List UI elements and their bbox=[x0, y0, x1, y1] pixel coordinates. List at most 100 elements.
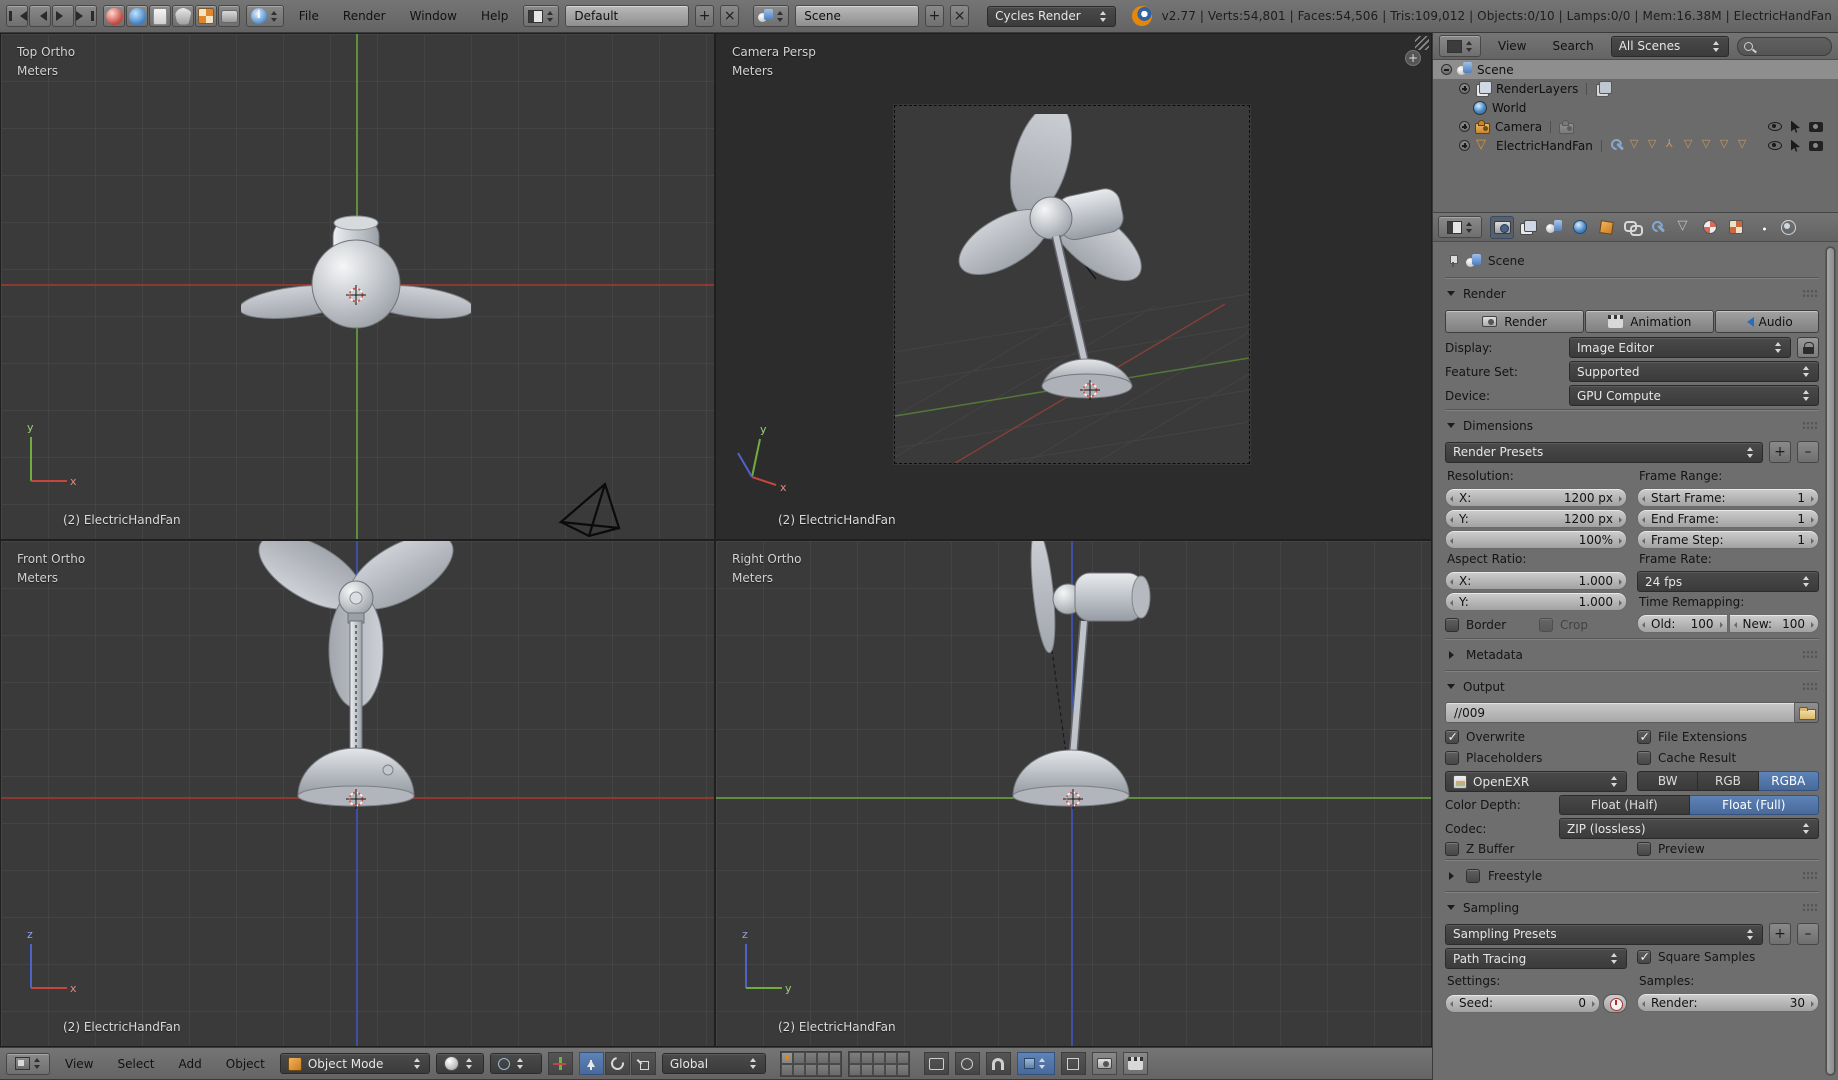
layers-widget-right[interactable] bbox=[847, 1050, 910, 1077]
add-layout-button[interactable] bbox=[695, 5, 715, 27]
lock-interface-icon[interactable] bbox=[1797, 337, 1819, 358]
panel-grip-icon[interactable] bbox=[1802, 289, 1817, 298]
editor-type-properties-button[interactable] bbox=[1438, 216, 1482, 238]
fan-model-right-view[interactable] bbox=[991, 540, 1221, 833]
panel-header-output[interactable]: Output bbox=[1445, 674, 1819, 699]
panel-header-sampling[interactable]: Sampling bbox=[1445, 895, 1819, 920]
resolution-x-field[interactable]: X: 1200 px bbox=[1445, 488, 1627, 507]
next-button[interactable] bbox=[52, 5, 74, 27]
preview-checkbox[interactable]: Preview bbox=[1637, 842, 1819, 856]
snap-element-select[interactable] bbox=[1016, 1052, 1055, 1075]
editor-type-outliner-button[interactable] bbox=[1439, 35, 1481, 57]
file-extensions-checkbox[interactable]: File Extensions bbox=[1637, 729, 1819, 744]
remap-new-field[interactable]: New: 100 bbox=[1728, 614, 1819, 633]
panel-header-freestyle[interactable]: Freestyle bbox=[1445, 863, 1819, 888]
outliner-menu-view[interactable]: View bbox=[1489, 39, 1535, 53]
remove-preset-button[interactable]: – bbox=[1797, 441, 1819, 463]
selectability-cursor-icon[interactable] bbox=[1791, 139, 1800, 152]
mode-select[interactable]: Object Mode bbox=[279, 1053, 430, 1074]
layer-cell[interactable] bbox=[884, 1063, 897, 1076]
cache-result-checkbox[interactable]: Cache Result bbox=[1637, 751, 1819, 765]
layer-cell[interactable] bbox=[848, 1051, 861, 1064]
camera-object-wireframe[interactable] bbox=[553, 480, 647, 540]
crop-checkbox[interactable]: Crop bbox=[1539, 618, 1627, 632]
shield-button[interactable] bbox=[172, 5, 194, 27]
menu-add[interactable]: Add bbox=[170, 1057, 211, 1071]
outliner-item-world[interactable]: World bbox=[1433, 98, 1838, 117]
scale-manipulator-button[interactable] bbox=[630, 1052, 656, 1075]
outliner-menu-search[interactable]: Search bbox=[1543, 39, 1602, 53]
checkbox-icon[interactable] bbox=[1637, 842, 1651, 856]
delete-layout-button[interactable] bbox=[720, 5, 740, 27]
expand-icon[interactable] bbox=[1459, 140, 1470, 151]
panel-grip-icon[interactable] bbox=[1802, 650, 1817, 659]
jump-first-button[interactable] bbox=[6, 5, 28, 27]
render-engine-select[interactable]: Cycles Render bbox=[987, 5, 1116, 27]
tab-scene[interactable] bbox=[1542, 216, 1566, 239]
resolution-y-field[interactable]: Y: 1200 px bbox=[1445, 509, 1627, 528]
codec-select[interactable]: ZIP (lossless) bbox=[1559, 818, 1819, 839]
menu-help[interactable]: Help bbox=[472, 9, 517, 23]
start-frame-field[interactable]: Start Frame: 1 bbox=[1637, 488, 1819, 507]
layer-cell[interactable] bbox=[896, 1063, 909, 1076]
editor-type-3dview-button[interactable] bbox=[6, 1052, 50, 1075]
layer-cell[interactable] bbox=[792, 1063, 805, 1076]
fan-model-camera-view[interactable] bbox=[946, 114, 1196, 434]
prev-button[interactable] bbox=[29, 5, 51, 27]
outliner-search-input[interactable] bbox=[1736, 36, 1832, 56]
layer-cell[interactable] bbox=[816, 1051, 829, 1064]
viewport-front-ortho[interactable]: Front Ortho Meters z x (2) ElectricHandF… bbox=[0, 540, 715, 1047]
freestyle-checkbox[interactable] bbox=[1466, 868, 1480, 883]
frame-rate-select[interactable]: 24 fps bbox=[1637, 571, 1819, 592]
layer-cell[interactable] bbox=[804, 1063, 817, 1076]
region-expand-plus-icon[interactable] bbox=[1405, 50, 1421, 66]
checkbox-icon[interactable] bbox=[1445, 751, 1459, 765]
tab-texture[interactable] bbox=[1724, 216, 1748, 239]
tab-material[interactable] bbox=[1698, 216, 1722, 239]
pin-icon[interactable] bbox=[1447, 255, 1459, 267]
border-checkbox[interactable]: Border bbox=[1445, 618, 1533, 632]
render-audio-button[interactable]: Audio bbox=[1715, 310, 1819, 333]
menu-select[interactable]: Select bbox=[108, 1057, 163, 1071]
scene-icon-button[interactable] bbox=[753, 5, 790, 27]
snap-target-button[interactable] bbox=[1060, 1052, 1086, 1075]
menu-render[interactable]: Render bbox=[334, 9, 395, 23]
panel-header-render[interactable]: Render bbox=[1445, 281, 1819, 306]
checkbox-icon[interactable] bbox=[1445, 842, 1459, 856]
tab-render[interactable] bbox=[1490, 215, 1514, 239]
rgb-option[interactable]: RGB bbox=[1698, 771, 1759, 791]
scene-name-field[interactable]: Scene bbox=[795, 5, 919, 27]
tab-modifiers[interactable] bbox=[1646, 216, 1670, 239]
end-frame-field[interactable]: End Frame: 1 bbox=[1637, 509, 1819, 528]
layer-cell[interactable] bbox=[828, 1051, 841, 1064]
frame-step-field[interactable]: Frame Step: 1 bbox=[1637, 530, 1819, 549]
checkbox-icon[interactable] bbox=[1445, 618, 1459, 632]
proportional-edit-button[interactable] bbox=[954, 1052, 980, 1075]
panel-grip-icon[interactable] bbox=[1802, 903, 1817, 912]
render-presets-select[interactable]: Render Presets bbox=[1445, 441, 1763, 463]
checkbox-icon[interactable] bbox=[1637, 751, 1651, 765]
layer-cell[interactable] bbox=[780, 1063, 793, 1076]
tab-constraints[interactable] bbox=[1620, 216, 1644, 239]
float-half-option[interactable]: Float (Half) bbox=[1559, 795, 1690, 815]
file-format-select[interactable]: OpenEXR bbox=[1445, 771, 1627, 792]
globe-button[interactable] bbox=[126, 5, 148, 27]
feature-set-select[interactable]: Supported bbox=[1569, 361, 1819, 382]
lock-to-scene-button[interactable] bbox=[923, 1052, 949, 1075]
bw-option[interactable]: BW bbox=[1637, 771, 1699, 791]
aspect-x-field[interactable]: X: 1.000 bbox=[1445, 571, 1627, 590]
properties-scrollbar[interactable] bbox=[1825, 246, 1836, 1076]
snap-toggle-button[interactable] bbox=[985, 1052, 1011, 1075]
display-select[interactable]: Image Editor bbox=[1569, 337, 1791, 358]
viewport-shading-select[interactable] bbox=[435, 1053, 484, 1074]
layer-cell[interactable] bbox=[804, 1051, 817, 1064]
renderability-camera-icon[interactable] bbox=[1809, 140, 1823, 151]
panel-grip-icon[interactable] bbox=[1802, 871, 1817, 880]
overwrite-checkbox[interactable]: Overwrite bbox=[1445, 729, 1627, 744]
zbuffer-checkbox[interactable]: Z Buffer bbox=[1445, 842, 1627, 856]
tab-particles[interactable] bbox=[1750, 216, 1774, 239]
layer-cell[interactable] bbox=[872, 1063, 885, 1076]
remove-preset-button[interactable]: – bbox=[1797, 923, 1819, 945]
collapse-icon[interactable] bbox=[1441, 64, 1452, 75]
visibility-eye-icon[interactable] bbox=[1768, 141, 1782, 150]
